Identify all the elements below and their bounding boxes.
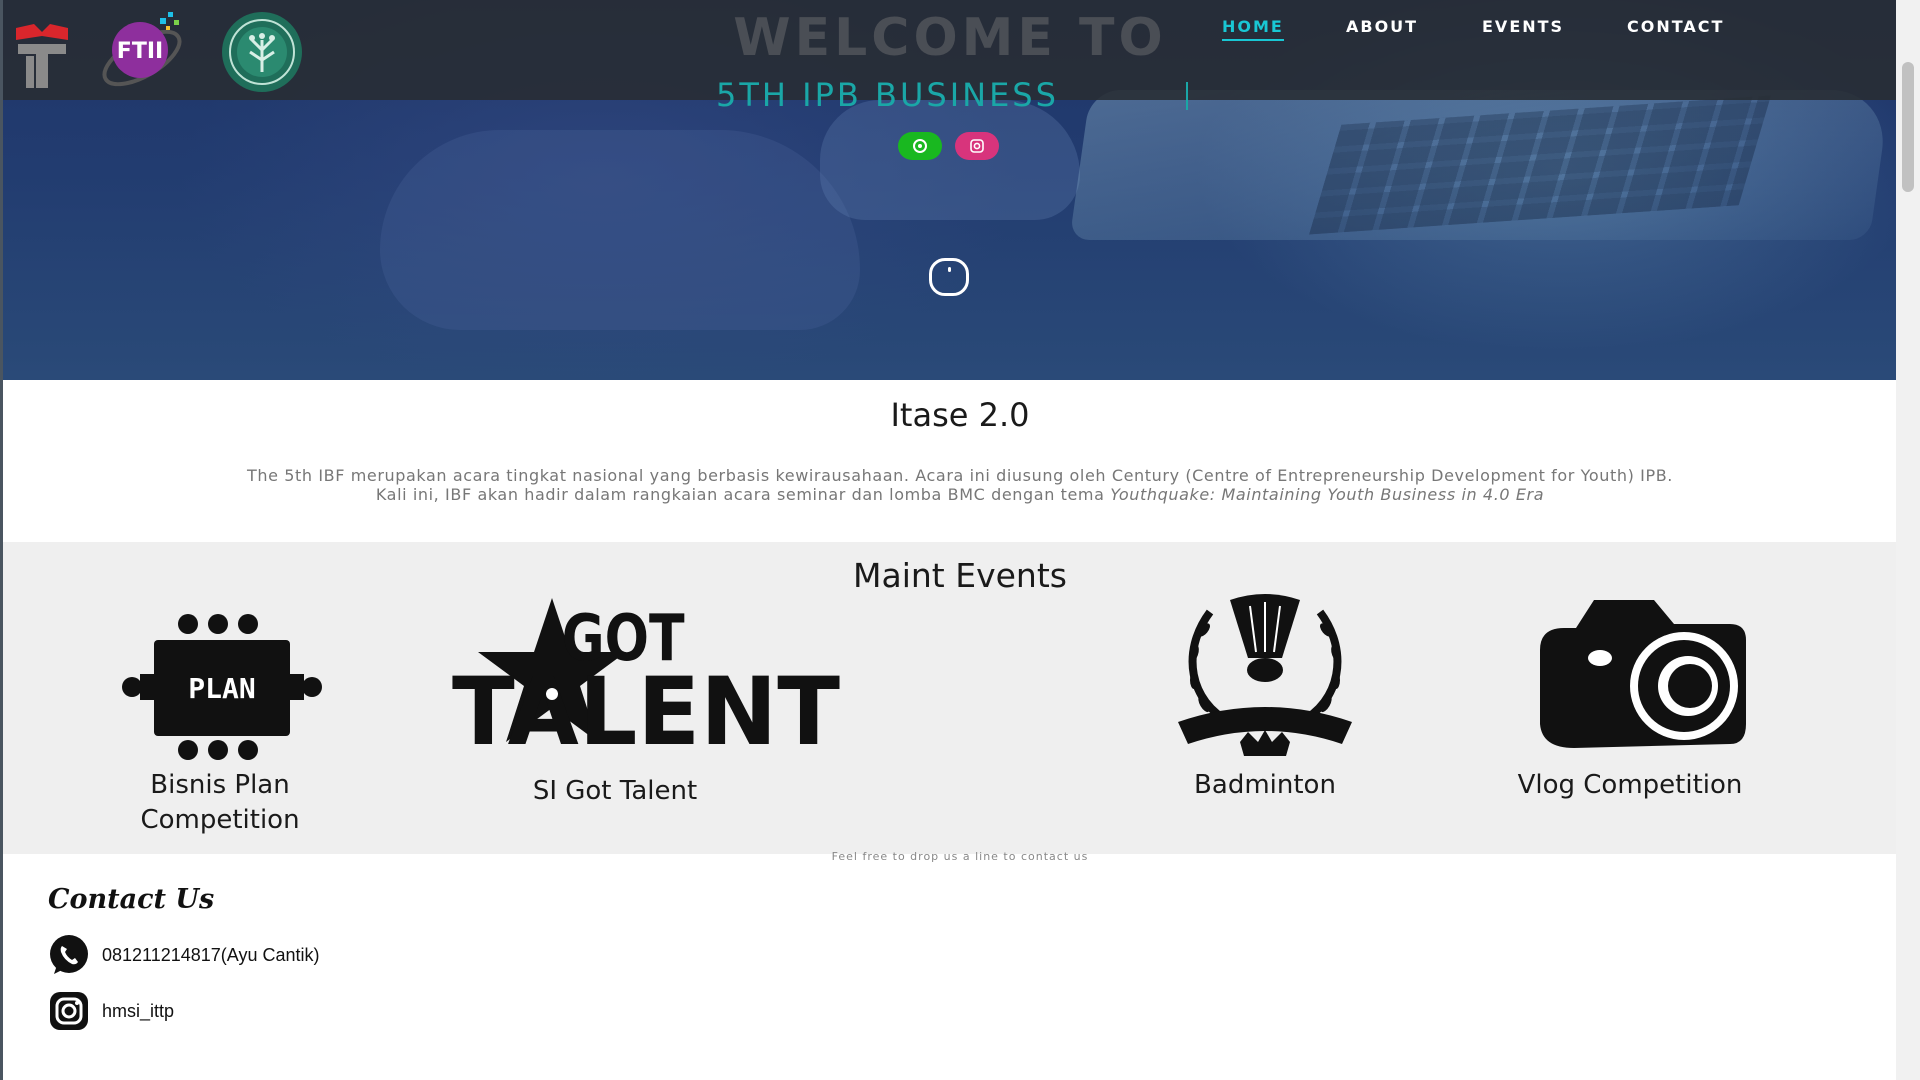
scrollbar-thumb[interactable]: [1902, 62, 1914, 192]
events-section: Maint Events PLAN Bisnis Plan Competitio…: [0, 542, 1920, 854]
hmsi-logo-icon: [222, 12, 302, 92]
business-plan-icon[interactable]: PLAN: [120, 612, 324, 762]
t-logo-icon: [16, 24, 68, 88]
event-label-business-plan[interactable]: Bisnis Plan Competition: [110, 768, 330, 838]
event-label-badminton[interactable]: Badminton: [1140, 768, 1390, 803]
instagram-icon: [50, 992, 88, 1030]
about-theme: Youthquake: Maintaining Youth Business i…: [1110, 485, 1545, 504]
plan-icon-text: PLAN: [188, 672, 255, 705]
events-title: Maint Events: [853, 556, 1067, 595]
contact-instagram-handle: hmsi_ittp: [102, 1000, 175, 1021]
whatsapp-icon: [50, 935, 88, 974]
contact-whatsapp-row[interactable]: 081211214817(Ayu Cantik): [48, 934, 320, 976]
got-talent-icon[interactable]: GOT TALENT: [452, 592, 842, 752]
ftii-logo-icon: FTII: [102, 12, 182, 87]
hero-sleeve-shape: [380, 130, 860, 330]
camera-icon[interactable]: [1534, 594, 1752, 754]
nav-home[interactable]: HOME: [1222, 17, 1284, 41]
scroll-down-icon[interactable]: [929, 258, 969, 296]
whatsapp-button[interactable]: [898, 132, 942, 160]
about-line-1: The 5th IBF merupakan acara tingkat nasi…: [247, 466, 1673, 485]
badminton-shuttlecock-icon[interactable]: [1170, 582, 1360, 762]
instagram-icon: [970, 139, 984, 153]
contact-title: Contact Us: [48, 884, 215, 915]
whatsapp-icon: [913, 139, 927, 153]
page-scrollbar[interactable]: [1896, 0, 1920, 1080]
contact-tagline: Feel free to drop us a line to contact u…: [831, 850, 1089, 863]
about-line-2: Kali ini, IBF akan hadir dalam rangkaian…: [120, 485, 1800, 504]
typing-cursor: [1186, 82, 1188, 110]
contact-instagram-row[interactable]: hmsi_ittp: [48, 990, 174, 1032]
about-description: The 5th IBF merupakan acara tingkat nasi…: [120, 466, 1800, 504]
window-left-edge: [0, 0, 3, 1080]
contact-whatsapp-number: 081211214817(Ayu Cantik): [102, 944, 320, 965]
hero-hand-shape: [820, 100, 1080, 220]
event-label-got-talent[interactable]: SI Got Talent: [490, 774, 740, 809]
ftii-logo-text: FTII: [117, 39, 163, 64]
about-line-2-text: Kali ini, IBF akan hadir dalam rangkaian…: [375, 485, 1111, 504]
hero-welcome-heading: WELCOME TO: [733, 8, 1167, 68]
nav-events[interactable]: EVENTS: [1482, 17, 1564, 36]
nav-contact[interactable]: CONTACT: [1627, 17, 1724, 36]
about-title: Itase 2.0: [890, 396, 1030, 434]
nav-about[interactable]: ABOUT: [1346, 17, 1418, 36]
instagram-button[interactable]: [955, 132, 999, 160]
talent-icon-text: TALENT: [452, 658, 840, 752]
hero-typed-text: 5TH IPB BUSINESS: [716, 76, 1059, 114]
event-label-vlog[interactable]: Vlog Competition: [1500, 768, 1760, 803]
